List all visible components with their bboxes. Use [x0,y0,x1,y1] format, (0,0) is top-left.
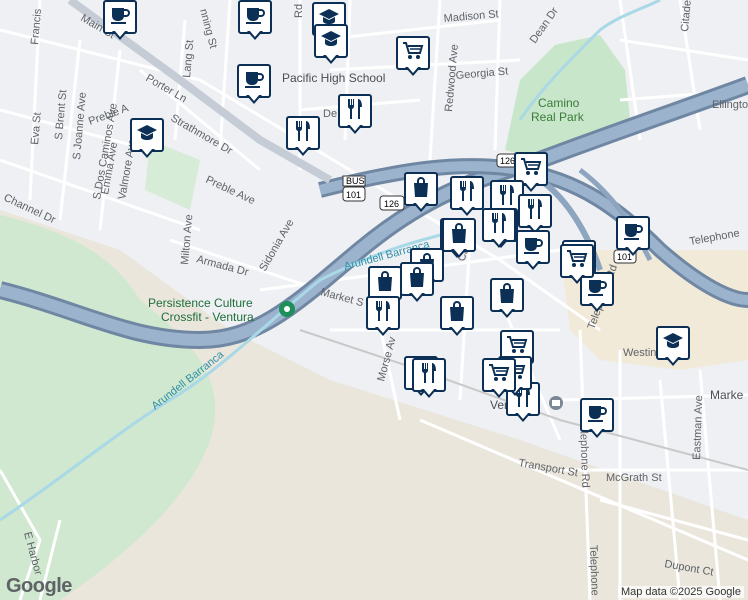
label-de-partial: De [323,108,337,120]
label-mcgrath-st: McGrath St [606,472,662,484]
shopping-marker[interactable] [442,218,476,262]
coffee-marker[interactable] [516,230,550,274]
label-georgia-st: Georgia St [455,65,508,82]
restaurant-icon [498,184,516,211]
restaurant-icon [420,362,438,389]
label-citadel-ave: Citadel Ave [679,0,696,32]
map-attribution: Map data ©2025 Google [617,586,744,598]
restaurant-marker[interactable] [366,296,400,340]
school-marker[interactable] [656,326,690,370]
restaurant-icon [346,98,364,125]
grocery-icon [488,363,510,388]
restaurant-icon [526,198,544,225]
restaurant-marker[interactable] [482,208,516,252]
label-s-brent-st: S Brent St [53,89,69,140]
grocery-icon [566,249,588,274]
grocery-marker[interactable] [396,36,430,80]
label-manning-st: nning St [197,8,219,50]
restaurant-marker[interactable] [338,94,372,138]
coffee-icon [623,222,643,245]
label-camino-real-park-2: Real Park [531,110,585,124]
shopping-icon [498,282,516,308]
label-dean-dr: Dean Dr [528,5,562,46]
label-ellington: Ellingto [712,99,748,111]
restaurant-icon [294,120,312,147]
shopping-icon [450,222,468,248]
coffee-marker[interactable] [238,0,272,44]
restaurant-icon [458,180,476,207]
restaurant-icon [490,212,508,239]
label-sidonia-ave: Sidonia Ave [257,217,296,273]
label-rd-top: Rd [293,4,305,18]
grocery-icon [402,41,424,66]
coffee-icon [244,70,264,93]
label-crossfit-2: Crossfit - Ventura [161,310,254,324]
label-lang-st: Lang St [181,39,196,78]
shopping-icon [376,270,394,296]
shopping-marker[interactable] [490,278,524,322]
label-camino-real-park-1: Camino [538,96,580,110]
grocery-icon [520,157,542,182]
label-telephone-top: Telephone [688,227,740,248]
shopping-icon [412,176,430,202]
shopping-icon [448,300,466,326]
label-eastman-ave: Eastman Ave [691,395,705,460]
shopping-marker[interactable] [404,172,438,216]
grocery-marker[interactable] [560,244,594,288]
grocery-marker[interactable] [482,358,516,402]
restaurant-marker[interactable] [412,358,446,402]
school-icon [320,30,342,53]
coffee-marker[interactable] [580,398,614,442]
coffee-icon [587,404,607,427]
post-office-icon[interactable] [549,396,563,410]
label-market-st-left: Market S [319,286,365,309]
label-preble-ave: Preble Ave [204,174,257,207]
shield-126: 126 [384,199,399,209]
school-icon [136,124,158,147]
label-pacific-high: Pacific High School [282,71,385,85]
shield-101: 101 [346,190,361,200]
restaurant-marker[interactable] [286,116,320,160]
coffee-icon [245,6,265,29]
school-icon [662,332,684,355]
crossfit-pin-icon[interactable] [279,301,295,317]
label-crossfit-1: Persistence Culture [148,296,253,310]
coffee-icon [523,236,543,259]
google-logo: Google [6,575,72,597]
label-market-right: Marke [710,388,744,402]
restaurant-icon [374,300,392,327]
shopping-marker[interactable] [400,262,434,306]
coffee-marker[interactable] [237,64,271,108]
label-morse-av: Morse Av [375,335,399,383]
coffee-marker[interactable] [616,216,650,260]
label-strathmore-dr: Strathmore Dr [169,112,235,157]
school-marker[interactable] [130,118,164,162]
coffee-icon [110,6,130,29]
coffee-marker[interactable] [103,0,137,44]
label-milton-ave: Milton Ave [179,214,195,265]
restaurant-marker[interactable] [450,176,484,220]
shopping-icon [408,266,426,292]
shield-bus: BUS [346,176,365,186]
school-marker[interactable] [314,24,348,68]
shield-126-b: 126 [500,156,515,166]
shopping-marker[interactable] [440,296,474,340]
label-eva-st: Eva St [29,112,44,145]
label-telephone-bottom: Telephone [587,545,601,596]
